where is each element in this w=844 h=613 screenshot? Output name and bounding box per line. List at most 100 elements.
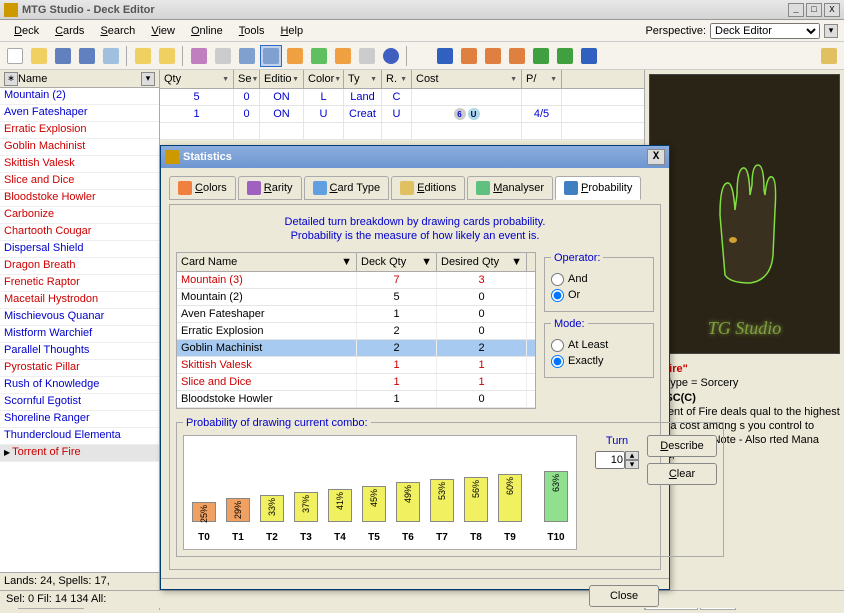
- dialog-tab-colors[interactable]: Colors: [169, 176, 236, 200]
- grid-col[interactable]: Ty▼: [344, 70, 382, 88]
- tb-color1[interactable]: [284, 45, 306, 67]
- nav-first[interactable]: [434, 45, 456, 67]
- radio-and[interactable]: [551, 273, 564, 286]
- deck-row[interactable]: Bloodstoke Howler: [0, 190, 159, 207]
- grid-col[interactable]: Cost▼: [412, 70, 522, 88]
- stats-row[interactable]: Mountain (2)50: [177, 289, 535, 306]
- tb-image[interactable]: [236, 45, 258, 67]
- tb-copy[interactable]: [100, 45, 122, 67]
- stats-row[interactable]: Goblin Machinist22: [177, 340, 535, 357]
- grid-col[interactable]: Qty▼: [160, 70, 234, 88]
- tb-settings[interactable]: [356, 45, 378, 67]
- deck-row[interactable]: Dispersal Shield: [0, 241, 159, 258]
- deck-row[interactable]: Macetail Hystrodon: [0, 292, 159, 309]
- stats-row[interactable]: Aven Fateshaper10: [177, 306, 535, 323]
- menu-help[interactable]: Help: [272, 23, 311, 39]
- tb-zoom[interactable]: [260, 45, 282, 67]
- menu-cards[interactable]: Cards: [47, 23, 92, 39]
- menu-search[interactable]: Search: [92, 23, 143, 39]
- deck-row[interactable]: Mischievous Quanar: [0, 309, 159, 326]
- close-button[interactable]: Close: [589, 585, 659, 607]
- tb-bookmark[interactable]: [818, 45, 840, 67]
- tb-saveall[interactable]: [76, 45, 98, 67]
- tb-folder2[interactable]: [156, 45, 178, 67]
- deck-row[interactable]: Rush of Knowledge: [0, 377, 159, 394]
- nav-prev[interactable]: [482, 45, 504, 67]
- turn-down[interactable]: ▾: [625, 460, 639, 469]
- deck-row[interactable]: Carbonize: [0, 207, 159, 224]
- radio-exactly[interactable]: [551, 355, 564, 368]
- dialog-titlebar[interactable]: Statistics X: [161, 146, 669, 168]
- close-button[interactable]: X: [824, 3, 840, 17]
- deck-row[interactable]: Pyrostatic Pillar: [0, 360, 159, 377]
- dialog-close-button[interactable]: X: [647, 149, 665, 165]
- tb-open[interactable]: [28, 45, 50, 67]
- describe-button[interactable]: Describe: [647, 435, 717, 457]
- deck-row[interactable]: Shoreline Ranger: [0, 411, 159, 428]
- deck-row[interactable]: Parallel Thoughts: [0, 343, 159, 360]
- tb-color3[interactable]: [332, 45, 354, 67]
- tb-wand[interactable]: [212, 45, 234, 67]
- clear-button[interactable]: Clear: [647, 463, 717, 485]
- tb-save[interactable]: [52, 45, 74, 67]
- stats-row[interactable]: Mountain (3)73: [177, 272, 535, 289]
- deck-row[interactable]: Skittish Valesk: [0, 156, 159, 173]
- grid-col[interactable]: P/▼: [522, 70, 562, 88]
- grid-row[interactable]: 10ONUCreatU6U4/5: [160, 106, 644, 123]
- col-dd[interactable]: ▾: [141, 72, 155, 86]
- nav-prev2[interactable]: [458, 45, 480, 67]
- deck-row[interactable]: Slice and Dice: [0, 173, 159, 190]
- menu-online[interactable]: Online: [183, 23, 231, 39]
- deck-row[interactable]: Dragon Breath: [0, 258, 159, 275]
- grid-body[interactable]: 50ONLLandC10ONUCreatU6U4/5: [160, 89, 644, 140]
- deck-row[interactable]: Goblin Machinist: [0, 139, 159, 156]
- grid-col[interactable]: Color▼: [304, 70, 344, 88]
- dialog-tab-card-type[interactable]: Card Type: [304, 176, 390, 200]
- deck-row[interactable]: Erratic Explosion: [0, 122, 159, 139]
- dialog-tab-editions[interactable]: Editions: [391, 176, 465, 200]
- menu-tools[interactable]: Tools: [231, 23, 273, 39]
- stats-row[interactable]: Skittish Valesk11: [177, 357, 535, 374]
- deck-row[interactable]: Mountain (2): [0, 88, 159, 105]
- tb-new[interactable]: [4, 45, 26, 67]
- maximize-button[interactable]: □: [806, 3, 822, 17]
- nav-next[interactable]: [530, 45, 552, 67]
- expand-btn[interactable]: ∗: [4, 72, 18, 86]
- dialog-tab-rarity[interactable]: Rarity: [238, 176, 302, 200]
- radio-atleast[interactable]: [551, 339, 564, 352]
- deck-row[interactable]: Aven Fateshaper: [0, 105, 159, 122]
- stats-row[interactable]: Erratic Explosion20: [177, 323, 535, 340]
- tb-info[interactable]: [380, 45, 402, 67]
- nav-stop[interactable]: [506, 45, 528, 67]
- grid-col[interactable]: R.▼: [382, 70, 412, 88]
- tb-folder1[interactable]: [132, 45, 154, 67]
- minimize-button[interactable]: _: [788, 3, 804, 17]
- deck-row[interactable]: Chartooth Cougar: [0, 224, 159, 241]
- nav-next2[interactable]: [554, 45, 576, 67]
- stats-table[interactable]: Card Name▼ Deck Qty▼ Desired Qty▼ Mounta…: [176, 252, 536, 409]
- turn-input[interactable]: [595, 451, 625, 469]
- nav-last[interactable]: [578, 45, 600, 67]
- grid-col[interactable]: Editio▼: [260, 70, 304, 88]
- perspective-select[interactable]: Deck Editor: [710, 23, 820, 39]
- tb-cards[interactable]: [188, 45, 210, 67]
- col-name[interactable]: Name: [18, 73, 141, 85]
- deck-row[interactable]: Frenetic Raptor: [0, 275, 159, 292]
- menu-deck[interactable]: Deck: [6, 23, 47, 39]
- dialog-tab-manalyser[interactable]: Manalyser: [467, 176, 553, 200]
- deck-row[interactable]: Mistform Warchief: [0, 326, 159, 343]
- grid-col[interactable]: Se▼: [234, 70, 260, 88]
- grid-row[interactable]: 50ONLLandC: [160, 89, 644, 106]
- deck-row[interactable]: Thundercloud Elementa: [0, 428, 159, 445]
- perspective-toggle[interactable]: ▾: [824, 24, 838, 38]
- deck-row[interactable]: Torrent of Fire: [0, 445, 159, 462]
- radio-or[interactable]: [551, 289, 564, 302]
- tb-color2[interactable]: [308, 45, 330, 67]
- grid-row[interactable]: [160, 123, 644, 140]
- dialog-tab-probability[interactable]: Probability: [555, 176, 641, 200]
- stats-row[interactable]: Bloodstoke Howler10: [177, 391, 535, 408]
- stats-row[interactable]: Slice and Dice11: [177, 374, 535, 391]
- menu-view[interactable]: View: [143, 23, 183, 39]
- deck-list[interactable]: Mountain (2)Aven FateshaperErratic Explo…: [0, 88, 159, 572]
- deck-row[interactable]: Scornful Egotist: [0, 394, 159, 411]
